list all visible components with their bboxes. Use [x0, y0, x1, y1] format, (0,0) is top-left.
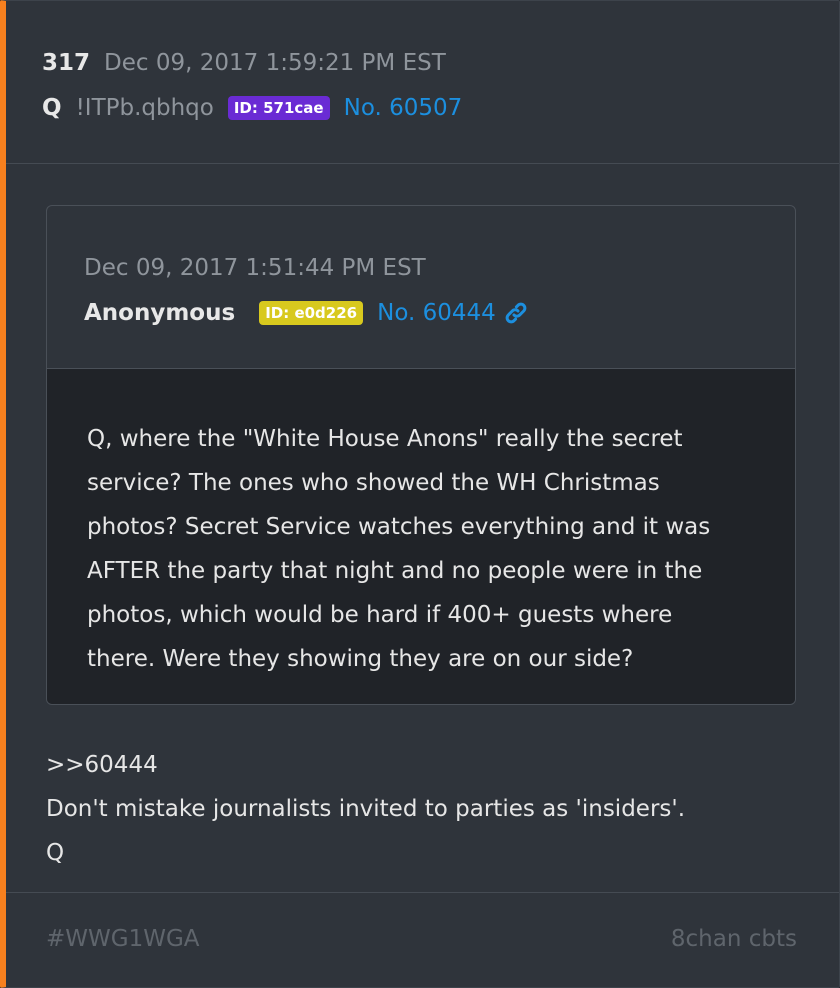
reply-text: Don't mistake journalists invited to par…: [46, 796, 686, 822]
quoted-post-date: Dec 09, 2017 1:51:44 PM EST: [84, 255, 426, 281]
post-author-line: Q !ITPb.qbhqo ID: 571cae No. 60507: [42, 93, 462, 123]
link-icon[interactable]: [504, 301, 528, 325]
poster-id-badge: ID: 571cae: [227, 96, 330, 120]
reply-body: >>60444 Don't mistake journalists invite…: [46, 743, 685, 875]
reply-signature: Q: [46, 840, 65, 866]
quoted-author-line: Anonymous ID: e0d226 No. 60444: [84, 298, 528, 328]
q-post-card: 317 Dec 09, 2017 1:59:21 PM EST Q !ITPb.q…: [0, 0, 840, 988]
reply-quote-link[interactable]: >>60444: [46, 743, 685, 787]
post-number: 317: [42, 50, 91, 76]
quoted-post-author: Anonymous: [84, 300, 236, 326]
quoted-post-header: Dec 09, 2017 1:51:44 PM EST Anonymous ID…: [47, 206, 795, 369]
hashtag: #WWG1WGA: [46, 926, 200, 952]
post-meta-line: 317 Dec 09, 2017 1:59:21 PM EST: [42, 48, 446, 78]
quoted-post-body: Q, where the "White House Anons" really …: [47, 369, 795, 704]
post-number-link[interactable]: No. 60507: [344, 93, 463, 123]
post-author: Q: [42, 95, 62, 121]
post-tripcode: !ITPb.qbhqo: [75, 95, 214, 121]
quoted-poster-id-badge: ID: e0d226: [259, 301, 364, 325]
post-header: 317 Dec 09, 2017 1:59:21 PM EST Q !ITPb.q…: [6, 1, 839, 164]
quoted-post: Dec 09, 2017 1:51:44 PM EST Anonymous ID…: [46, 205, 796, 705]
quoted-post-number-link[interactable]: No. 60444: [377, 298, 496, 328]
quoted-post-text: Q, where the "White House Anons" really …: [87, 426, 711, 672]
post-source: 8chan cbts: [670, 926, 797, 952]
post-footer: #WWG1WGA 8chan cbts: [6, 892, 839, 987]
post-date: Dec 09, 2017 1:59:21 PM EST: [104, 50, 446, 76]
